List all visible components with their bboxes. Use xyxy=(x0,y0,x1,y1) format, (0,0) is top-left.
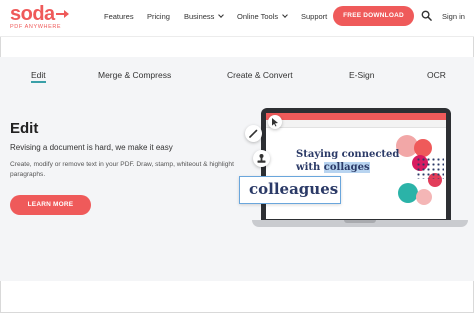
tab-merge-compress[interactable]: Merge & Compress xyxy=(98,70,171,80)
cursor-tool-button xyxy=(268,115,282,129)
learn-more-button[interactable]: LEARN MORE xyxy=(10,195,91,215)
nav-item-pricing[interactable]: Pricing xyxy=(147,12,170,21)
logo-tagline: PDF ANYWHERE xyxy=(10,24,62,30)
sign-in-link[interactable]: Sign in xyxy=(442,12,465,21)
free-download-button[interactable]: FREE DOWNLOAD xyxy=(333,6,414,26)
nav-item-support[interactable]: Support xyxy=(301,12,327,21)
feature-tabs: Edit Merge & Compress Create & Convert E… xyxy=(0,57,474,89)
section-subtitle: Revising a document is hard, we make it … xyxy=(10,143,173,152)
section-title: Edit xyxy=(10,120,39,137)
cursor-icon xyxy=(272,118,278,127)
active-tab-indicator xyxy=(31,81,46,83)
tab-create-convert[interactable]: Create & Convert xyxy=(227,70,293,80)
chevron-down-icon xyxy=(218,12,225,18)
nav-item-business[interactable]: Business xyxy=(184,12,225,21)
logo-wordmark: soda xyxy=(10,3,55,25)
stamp-icon xyxy=(257,154,266,163)
tab-edit[interactable]: Edit xyxy=(31,70,46,80)
search-icon[interactable] xyxy=(421,10,432,21)
decor-dots xyxy=(416,157,444,179)
document-text: with xyxy=(296,162,324,173)
tab-ocr[interactable]: OCR xyxy=(427,70,446,80)
document-text-line: with collages xyxy=(296,162,370,173)
nav-item-business-label: Business xyxy=(184,12,215,21)
tab-e-sign[interactable]: E-Sign xyxy=(349,70,375,80)
editor-ribbon xyxy=(266,120,446,128)
pen-icon xyxy=(249,129,258,138)
highlighted-text: collages xyxy=(323,162,370,173)
stamp-tool-button xyxy=(253,150,270,167)
decor-circle xyxy=(414,139,432,157)
chevron-down-icon xyxy=(282,12,288,18)
laptop-base xyxy=(252,220,468,227)
nav-item-features[interactable]: Features xyxy=(104,12,134,21)
section-description: Create, modify or remove text in your PD… xyxy=(10,161,234,178)
editor-toolbar xyxy=(266,113,446,120)
site-header: soda PDF ANYWHERE Features Pricing Busin… xyxy=(0,0,474,37)
decor-circle xyxy=(398,183,418,203)
pen-tool-button xyxy=(245,125,262,142)
document-text-line: Staying connected xyxy=(296,149,400,160)
brand-logo[interactable]: soda PDF ANYWHERE xyxy=(10,3,69,30)
nav-item-online-tools-label: Online Tools xyxy=(237,12,279,21)
nav-item-online-tools[interactable]: Online Tools xyxy=(237,12,288,21)
decor-circle xyxy=(416,189,432,205)
logo-arrow-icon xyxy=(55,9,69,18)
edited-text: colleagues xyxy=(249,180,339,198)
